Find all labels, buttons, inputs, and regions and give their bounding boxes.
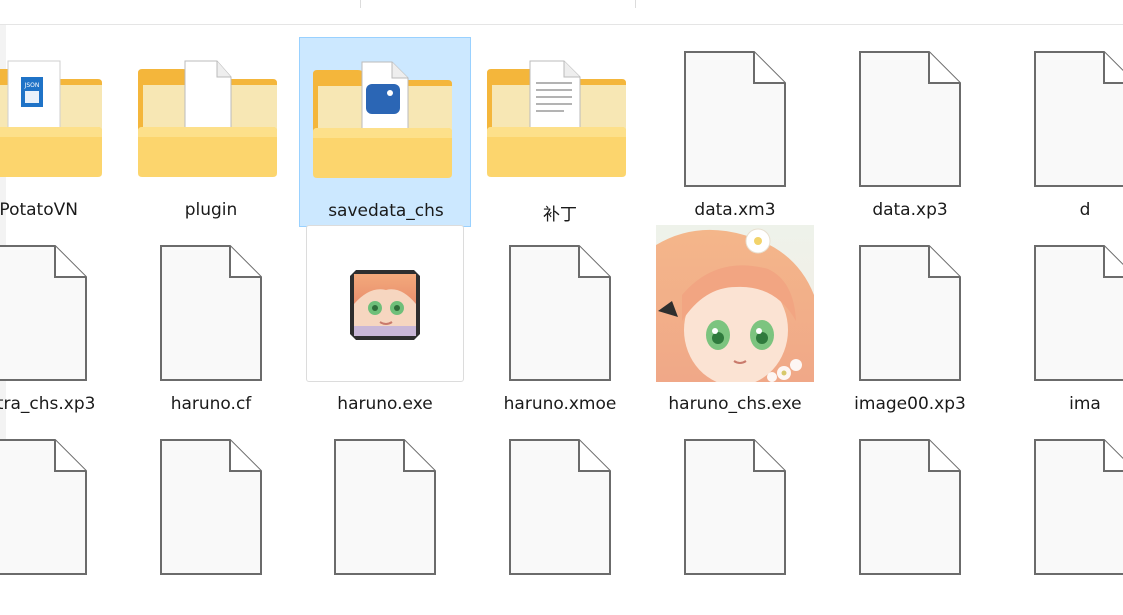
item-thumbnail (999, 37, 1123, 192)
file-item[interactable]: data.xm3 (649, 37, 821, 227)
blank-file-icon (509, 439, 611, 575)
file-item[interactable]: haruno.xmoe (474, 231, 646, 421)
file-grid: JSON .PotatoVN plugin savedata_chs 补丁 da… (0, 25, 1123, 575)
item-thumbnail (300, 38, 472, 193)
folder-item[interactable]: JSON .PotatoVN (0, 37, 122, 227)
item-label: extra_chs.xp3 (0, 394, 96, 414)
item-thumbnail (824, 425, 996, 580)
thumbnail-frame (306, 225, 464, 382)
svg-text:JSON: JSON (24, 82, 40, 89)
item-thumbnail (649, 425, 821, 580)
blank-file-icon (684, 439, 786, 575)
item-thumbnail (299, 425, 471, 580)
file-item[interactable] (299, 425, 471, 615)
folder-icon: JSON (0, 60, 102, 177)
file-item[interactable]: haruno.exe (299, 225, 471, 421)
item-label: haruno.exe (337, 394, 433, 414)
blank-file-icon (1034, 439, 1123, 575)
item-label: plugin (184, 200, 238, 220)
blank-file-icon (1034, 51, 1123, 187)
folder-item[interactable]: savedata_chs (299, 37, 471, 227)
item-thumbnail (0, 231, 122, 386)
blank-file-icon (1034, 245, 1123, 381)
item-label: haruno.xmoe (503, 394, 617, 414)
blank-file-icon (509, 245, 611, 381)
item-thumbnail (999, 231, 1123, 386)
blank-file-icon (859, 245, 961, 381)
folder-item[interactable]: 补丁 (474, 37, 646, 227)
file-item[interactable] (649, 425, 821, 615)
item-label: 补丁 (543, 205, 577, 225)
item-thumbnail (649, 225, 821, 386)
file-item[interactable]: image00.xp3 (824, 231, 996, 421)
item-thumbnail (0, 425, 122, 580)
blank-file-icon (334, 439, 436, 575)
file-item[interactable] (999, 425, 1123, 615)
blank-file-icon (0, 439, 87, 575)
item-thumbnail (125, 425, 297, 580)
item-thumbnail (824, 231, 996, 386)
file-item[interactable] (125, 425, 297, 615)
folder-item[interactable]: plugin (125, 37, 297, 227)
file-item[interactable]: haruno_chs.exe (649, 225, 821, 421)
file-item[interactable]: data.xp3 (824, 37, 996, 227)
item-label: haruno.cf (170, 394, 252, 414)
item-label: data.xm3 (694, 200, 776, 220)
blank-file-icon (160, 245, 262, 381)
file-item[interactable]: d (999, 37, 1123, 227)
file-item[interactable] (474, 425, 646, 615)
blank-file-icon (859, 51, 961, 187)
blank-file-icon (160, 439, 262, 575)
item-label: d (1079, 200, 1091, 220)
blank-file-icon (0, 245, 87, 381)
application-icon (656, 225, 814, 382)
folder-icon (487, 60, 626, 177)
item-thumbnail (649, 37, 821, 192)
file-item[interactable]: haruno.cf (125, 231, 297, 421)
item-thumbnail (125, 231, 297, 386)
item-label: haruno_chs.exe (668, 394, 802, 414)
blank-file-icon (859, 439, 961, 575)
item-thumbnail (474, 231, 646, 386)
folder-icon (313, 61, 452, 178)
item-label: image00.xp3 (854, 394, 966, 414)
item-thumbnail (474, 37, 646, 192)
item-label: .PotatoVN (0, 200, 78, 220)
application-icon (350, 270, 420, 340)
file-item[interactable]: ima (999, 231, 1123, 421)
file-item[interactable] (0, 425, 122, 615)
item-label: savedata_chs (328, 201, 444, 221)
item-label: ima (1069, 394, 1101, 414)
file-item[interactable]: extra_chs.xp3 (0, 231, 122, 421)
item-thumbnail (824, 37, 996, 192)
item-thumbnail (125, 37, 297, 192)
folder-icon (138, 60, 277, 177)
item-thumbnail (474, 425, 646, 580)
top-toolbar-strip (0, 0, 1123, 25)
item-thumbnail: JSON (0, 37, 122, 192)
file-item[interactable] (824, 425, 996, 615)
item-label: data.xp3 (872, 200, 948, 220)
item-thumbnail (299, 225, 471, 386)
toolbar-separator (635, 0, 636, 8)
toolbar-separator (360, 0, 361, 8)
item-thumbnail (999, 425, 1123, 580)
blank-file-icon (684, 51, 786, 187)
